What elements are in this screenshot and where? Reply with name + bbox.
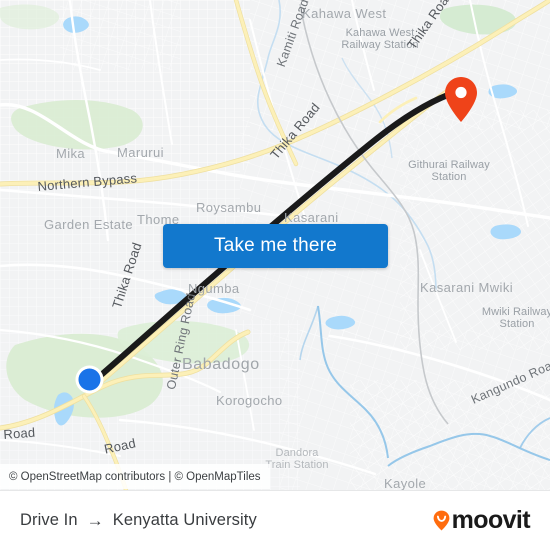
footer-bar: Drive In → Kenyatta University moovit <box>0 490 550 550</box>
map-attribution-text[interactable]: © OpenStreetMap contributors | © OpenMap… <box>9 471 261 483</box>
moovit-logo[interactable]: moovit <box>433 506 531 534</box>
map-attribution: © OpenStreetMap contributors | © OpenMap… <box>0 464 270 489</box>
moovit-wordmark: moovit <box>451 506 531 534</box>
origin-marker-dot-icon[interactable] <box>74 364 105 395</box>
map-canvas[interactable]: Kahawa West Mika Marurui Garden Estate T… <box>0 0 550 490</box>
take-me-there-button[interactable]: Take me there <box>163 224 388 268</box>
moovit-pin-icon <box>433 510 450 531</box>
moovit-trip-map-screen: Kahawa West Mika Marurui Garden Estate T… <box>0 0 550 550</box>
trip-origin-label: Drive In <box>20 511 78 529</box>
trip-destination-label: Kenyatta University <box>112 511 257 529</box>
arrow-right-icon: → <box>86 511 104 530</box>
trip-summary: Drive In → Kenyatta University <box>20 511 257 530</box>
destination-marker-pin-icon[interactable] <box>443 76 479 124</box>
